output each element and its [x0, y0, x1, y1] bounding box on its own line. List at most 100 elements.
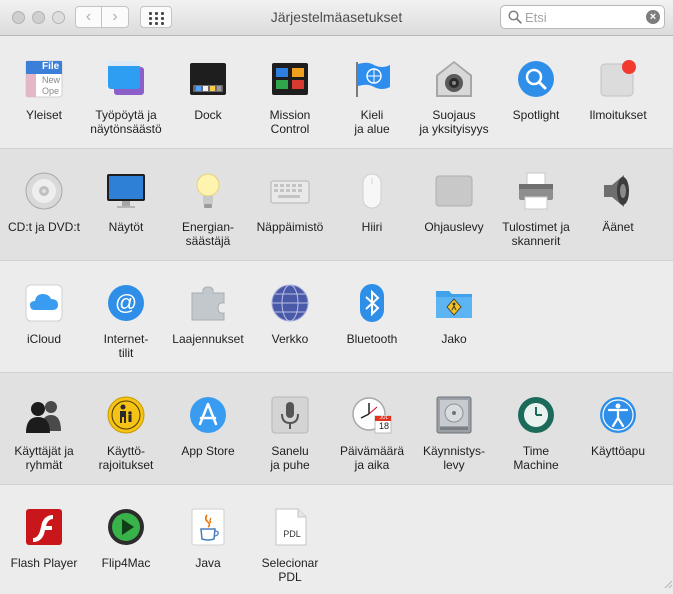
pref-time-machine[interactable]: Time Machine	[495, 395, 577, 472]
pref-language-region[interactable]: Kieli ja alue	[331, 59, 413, 136]
pref-label: Time Machine	[513, 444, 559, 472]
time-machine-icon	[516, 395, 556, 435]
pref-printers-scanners[interactable]: Tulostimet ja skannerit	[495, 171, 577, 248]
pref-selecionar-pdl[interactable]: PDL Selecionar PDL	[249, 507, 331, 584]
pref-label: Jako	[441, 332, 467, 346]
pref-date-time[interactable]: JUL 18 Päivämäärä ja aika	[331, 395, 413, 472]
resize-grip[interactable]	[663, 576, 673, 594]
pref-label: Laajennukset	[172, 332, 244, 346]
pref-extensions[interactable]: Laajennukset	[167, 283, 249, 346]
parental-controls-icon	[106, 395, 146, 435]
title-bar: ‹ › Järjestelmäasetukset ×	[0, 0, 673, 36]
pref-flash-player[interactable]: Flash Player	[3, 507, 85, 570]
displays-icon	[106, 171, 146, 211]
chevron-left-icon: ‹	[85, 8, 92, 25]
pref-label: Päivämäärä ja aika	[339, 444, 405, 472]
extensions-icon	[188, 283, 228, 323]
pref-keyboard[interactable]: Näppäimistö	[249, 171, 331, 234]
pref-users-groups[interactable]: Käyttäjät ja ryhmät	[3, 395, 85, 472]
pref-label: Dock	[194, 108, 222, 122]
section-system: Käyttäjät ja ryhmät Käyttö- rajoitukset …	[0, 373, 673, 485]
mouse-icon	[352, 171, 392, 211]
pref-app-store[interactable]: App Store	[167, 395, 249, 458]
pref-sharing[interactable]: Jako	[413, 283, 495, 346]
clear-search-button[interactable]: ×	[646, 10, 660, 24]
section-personal: File New Ope Yleiset Työpöytä ja näytöns…	[0, 37, 673, 149]
pref-label: Internet- tilit	[103, 332, 149, 360]
pref-dock[interactable]: Dock	[167, 59, 249, 122]
network-icon	[270, 283, 310, 323]
pref-security-privacy[interactable]: Suojaus ja yksityisyys	[413, 59, 495, 136]
pref-desktop-screensaver[interactable]: Työpöytä ja näytönsäästö	[85, 59, 167, 136]
zoom-window-button[interactable]	[52, 11, 65, 24]
date-time-icon: JUL 18	[352, 395, 392, 435]
java-icon	[188, 507, 228, 547]
sharing-icon	[434, 283, 474, 323]
pref-label: Ohjauslevy	[424, 220, 484, 234]
pref-java[interactable]: Java	[167, 507, 249, 570]
back-button[interactable]: ‹	[75, 6, 102, 28]
mission-control-icon	[270, 59, 310, 99]
pref-label: Bluetooth	[346, 332, 398, 346]
pref-internet-accounts[interactable]: @ Internet- tilit	[85, 283, 167, 360]
pref-network[interactable]: Verkko	[249, 283, 331, 346]
bluetooth-icon	[352, 283, 392, 323]
pref-general[interactable]: File New Ope Yleiset	[3, 59, 85, 122]
svg-text:@: @	[115, 290, 137, 315]
close-icon: ×	[649, 11, 657, 23]
pref-icloud[interactable]: iCloud	[3, 283, 85, 346]
dictation-speech-icon	[270, 395, 310, 435]
close-window-button[interactable]	[12, 11, 25, 24]
pref-dictation-speech[interactable]: Sanelu ja puhe	[249, 395, 331, 472]
app-store-icon	[188, 395, 228, 435]
pref-label: Näppäimistö	[256, 220, 324, 234]
pref-label: Äänet	[602, 220, 634, 234]
search-icon	[508, 10, 522, 24]
pref-label: Tulostimet ja skannerit	[502, 220, 570, 248]
startup-disk-icon	[434, 395, 474, 435]
selecionar-pdl-icon: PDL	[270, 507, 310, 547]
pref-cd-dvd[interactable]: CD:t ja DVD:t	[3, 171, 85, 234]
pref-mouse[interactable]: Hiiri	[331, 171, 413, 234]
pref-parental-controls[interactable]: Käyttö- rajoitukset	[85, 395, 167, 472]
chevron-right-icon: ›	[112, 8, 118, 25]
dock-icon	[188, 59, 228, 99]
pref-label: Hiiri	[361, 220, 383, 234]
accessibility-icon	[598, 395, 638, 435]
forward-button[interactable]: ›	[102, 6, 129, 28]
pref-displays[interactable]: Näytöt	[85, 171, 167, 234]
pref-bluetooth[interactable]: Bluetooth	[331, 283, 413, 346]
general-icon: File New Ope	[24, 59, 64, 99]
desktop-screensaver-icon	[106, 59, 146, 99]
section-other: Flash Player Flip4Mac Java PDL Seleciona…	[0, 485, 673, 594]
pref-flip4mac[interactable]: Flip4Mac	[85, 507, 167, 570]
pref-label: Käyttö- rajoitukset	[98, 444, 154, 472]
pref-label: Verkko	[271, 332, 309, 346]
pref-trackpad[interactable]: Ohjauslevy	[413, 171, 495, 234]
pref-notifications[interactable]: Ilmoitukset	[577, 59, 659, 122]
icloud-icon	[24, 283, 64, 323]
pref-startup-disk[interactable]: Käynnistys- levy	[413, 395, 495, 472]
pref-accessibility[interactable]: Käyttöapu	[577, 395, 659, 458]
minimize-window-button[interactable]	[32, 11, 45, 24]
pref-mission-control[interactable]: Mission Control	[249, 59, 331, 136]
search-field[interactable]: ×	[500, 5, 665, 29]
pref-spotlight[interactable]: Spotlight	[495, 59, 577, 122]
pref-label: Käyttöapu	[590, 444, 646, 458]
pref-label: Näytöt	[108, 220, 144, 234]
search-input[interactable]	[525, 9, 637, 25]
pref-label: Käynnistys- levy	[422, 444, 486, 472]
pref-label: Käyttäjät ja ryhmät	[14, 444, 74, 472]
pref-energy-saver[interactable]: Energian- säästäjä	[167, 171, 249, 248]
resize-grip-icon	[664, 580, 673, 589]
pref-sound[interactable]: Äänet	[577, 171, 659, 234]
show-all-button[interactable]	[140, 6, 172, 28]
pref-label: Sanelu ja puhe	[270, 444, 310, 472]
security-privacy-icon	[434, 59, 474, 99]
section-internet: iCloud @ Internet- tilit Laajennukset Ve…	[0, 261, 673, 373]
pref-label: Flip4Mac	[101, 556, 151, 570]
pref-label: Selecionar PDL	[261, 556, 319, 584]
notifications-icon	[598, 59, 638, 99]
pref-label: Java	[195, 556, 221, 570]
internet-accounts-icon: @	[106, 283, 146, 323]
